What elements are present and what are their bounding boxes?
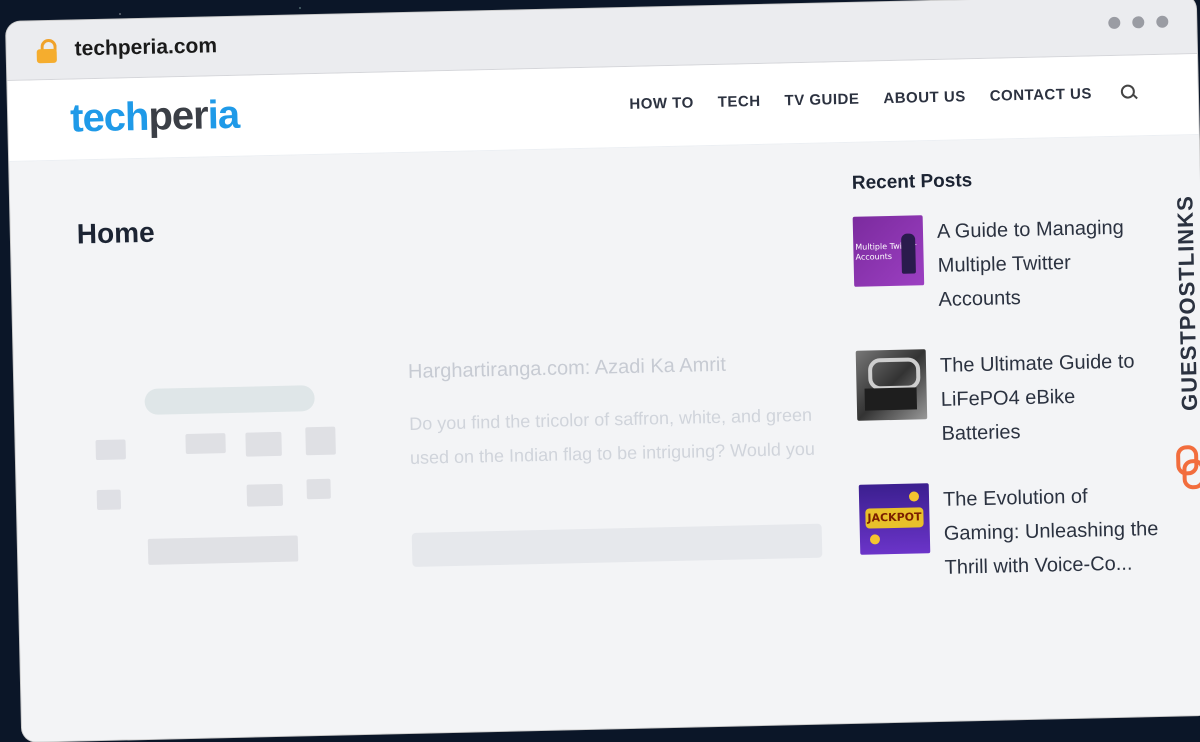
recent-posts-sidebar: Recent Posts Multiple Twitter Accounts A… xyxy=(852,166,1162,619)
faded-read-more-bar xyxy=(411,523,823,567)
guestpostlinks-badge: GUESTPOSTLINKS xyxy=(1162,195,1200,496)
window-dot-icon[interactable] xyxy=(1132,16,1145,29)
browser-window: techperia.com techperia HOW TO TECH TV G… xyxy=(6,0,1200,742)
main-nav: HOW TO TECH TV GUIDE ABOUT US CONTACT US xyxy=(629,83,1138,113)
post-thumbnail[interactable]: JACKPOT xyxy=(858,483,931,555)
nav-tech[interactable]: TECH xyxy=(718,92,761,110)
window-dot-icon[interactable] xyxy=(1108,16,1121,29)
badge-text: GUESTPOSTLINKS xyxy=(1172,195,1200,412)
url-text[interactable]: techperia.com xyxy=(74,34,217,61)
post-title-link[interactable]: The Evolution of Gaming: Unleashing the … xyxy=(943,478,1161,585)
thumbnail-caption: JACKPOT xyxy=(865,507,924,529)
nav-contact-us[interactable]: CONTACT US xyxy=(990,85,1093,104)
faded-article-excerpt: Do you find the tricolor of saffron, whi… xyxy=(408,404,816,468)
chain-link-icon xyxy=(1175,445,1200,490)
logo-part-ia: ia xyxy=(207,92,240,138)
window-controls xyxy=(1108,15,1169,29)
lock-icon xyxy=(36,38,57,64)
post-title-link[interactable]: A Guide to Managing Multiple Twitter Acc… xyxy=(937,210,1155,317)
page-title: Home xyxy=(76,216,155,250)
search-icon[interactable] xyxy=(1120,83,1138,101)
post-title-link[interactable]: The Ultimate Guide to LiFePO4 eBike Batt… xyxy=(940,344,1158,451)
nav-about-us[interactable]: ABOUT US xyxy=(883,88,966,107)
recent-post-item[interactable]: Multiple Twitter Accounts A Guide to Man… xyxy=(852,210,1155,319)
window-dot-icon[interactable] xyxy=(1156,15,1169,28)
recent-posts-heading: Recent Posts xyxy=(851,170,973,194)
post-thumbnail[interactable]: Multiple Twitter Accounts xyxy=(852,215,925,287)
site-logo[interactable]: techperia xyxy=(70,93,240,142)
logo-part-per: per xyxy=(147,93,209,139)
nav-tv-guide[interactable]: TV GUIDE xyxy=(784,90,859,109)
page-content: Home Harghartiranga.com: Azadi Ka Amrit … xyxy=(9,134,1200,742)
nav-how-to[interactable]: HOW TO xyxy=(629,94,694,112)
logo-part-tech: tech xyxy=(69,94,149,141)
recent-post-item[interactable]: The Ultimate Guide to LiFePO4 eBike Batt… xyxy=(855,344,1158,453)
recent-post-item[interactable]: JACKPOT The Evolution of Gaming: Unleash… xyxy=(858,478,1161,587)
post-thumbnail[interactable] xyxy=(855,349,928,421)
faded-article-image xyxy=(84,374,389,601)
faded-article-title[interactable]: Harghartiranga.com: Azadi Ka Amrit xyxy=(408,354,726,384)
